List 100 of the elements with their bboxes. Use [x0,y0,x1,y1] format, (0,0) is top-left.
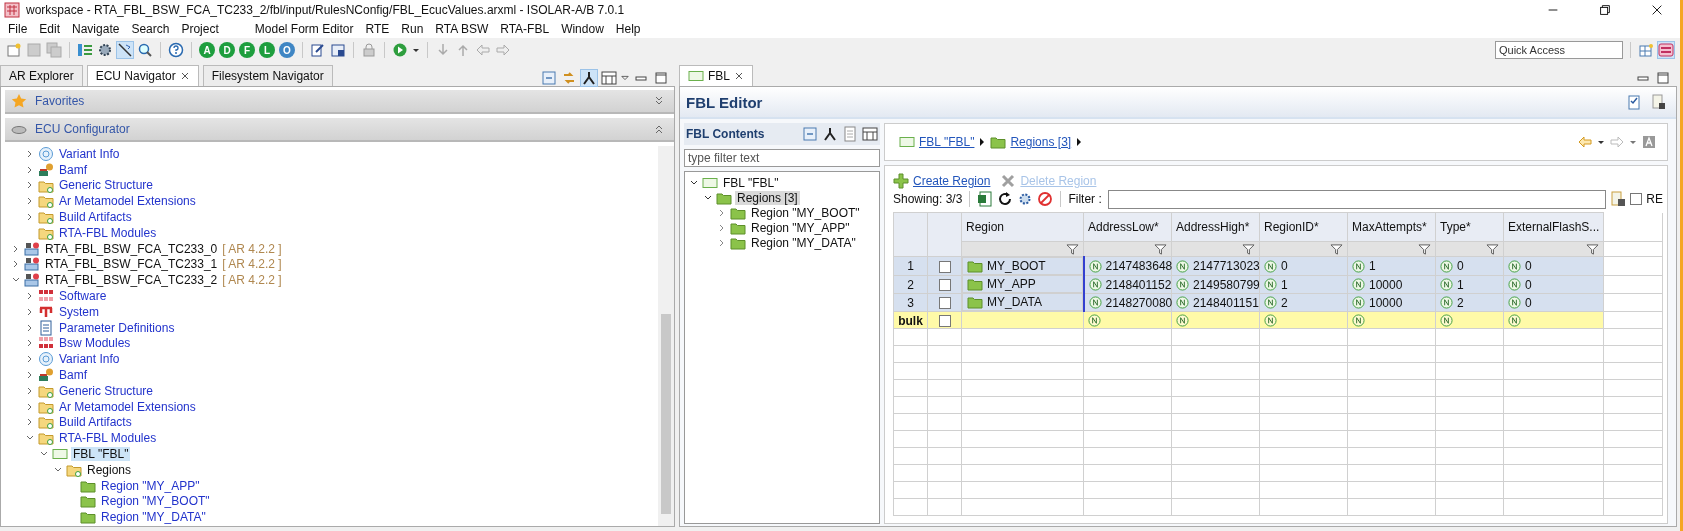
checklist-icon[interactable] [1626,94,1642,110]
tree-item[interactable]: Region "MY_DATA" [99,510,208,525]
letter-button[interactable]: O [279,42,295,58]
columns-icon[interactable] [601,70,617,86]
gear-icon[interactable] [97,42,113,58]
refresh-icon[interactable] [997,191,1014,207]
no-entry-icon[interactable] [1037,191,1054,207]
tree-item[interactable]: Region "MY_DATA" [749,235,858,250]
breadcrumb-link[interactable]: Regions [3] [1010,135,1072,149]
checkbox[interactable] [938,260,951,273]
tree-item[interactable]: RTA_FBL_BSW_FCA_TC233_2 [43,273,220,288]
tree-item[interactable]: Region "MY_APP" [749,220,852,235]
tree-item[interactable]: FBL "FBL" [721,175,781,190]
triangle-right-icon[interactable] [978,137,987,147]
editor-tab[interactable]: FBL [679,65,753,86]
checkbox[interactable] [1630,193,1643,205]
menu-item[interactable]: RTA-FBL [494,22,556,36]
collapse-all-icon[interactable] [541,70,557,86]
tree-item[interactable]: Region "MY_BOOT" [749,205,862,220]
report-icon[interactable] [310,42,326,58]
breadcrumb-link[interactable]: FBL "FBL" [919,135,975,149]
triangle-right-icon[interactable] [1075,137,1084,147]
tree-item[interactable]: Regions [3] [735,190,800,205]
menu-item[interactable]: Edit [33,22,67,36]
cursor-icon[interactable] [117,42,133,58]
scrollbar[interactable] [658,146,674,526]
tree-item[interactable]: Generic Structure [57,383,156,398]
view-tab[interactable]: Filesystem Navigator [202,65,333,86]
tree-item[interactable]: RTA-FBL Modules [57,431,159,446]
menu-item[interactable]: RTE [359,22,396,36]
close-icon[interactable] [179,71,190,81]
hierarchy-icon[interactable] [822,126,838,142]
search-icon[interactable] [137,42,153,58]
menu-item[interactable]: File [2,22,34,36]
font-icon[interactable] [1641,134,1657,150]
table-row[interactable]: 2 MY_APP 2148401152 2149580799 1 10000 1 0 [893,275,1663,293]
column-header[interactable]: RegionID* [1259,212,1348,242]
menu-item[interactable]: Model Form Editor [248,22,360,36]
tree-item[interactable]: Ar Metamodel Extensions [57,194,198,209]
quick-access-field[interactable]: Quick Access [1495,41,1623,59]
column-header[interactable]: Region [961,212,1084,242]
report-icon[interactable] [330,42,346,58]
menu-item[interactable]: RTA BSW [429,22,495,36]
column-header[interactable]: AddressLow* [1083,212,1172,242]
perspective-icon[interactable] [1658,42,1674,58]
filter-field[interactable]: type filter text [684,149,880,167]
tree-item[interactable]: Generic Structure [57,178,156,193]
tree-item[interactable]: Variant Info [57,146,122,161]
tree-item[interactable]: Bsw Modules [57,336,133,351]
help-icon[interactable] [168,42,184,58]
chevrons-down-icon[interactable] [654,96,664,106]
tree-item[interactable]: Region "MY_APP" [99,478,202,493]
tree-item[interactable]: RTA-FBL Modules [57,225,159,240]
menu-item[interactable]: Project [175,22,225,36]
columns-icon[interactable] [862,126,878,142]
tree-item[interactable]: RTA_FBL_BSW_FCA_TC233_1 [43,257,220,272]
bulk-row[interactable]: bulk [893,311,1663,329]
tree-item[interactable]: System [57,304,101,319]
tree-item[interactable]: Software [57,289,109,304]
menu-item[interactable]: Help [609,22,647,36]
checkbox[interactable] [938,297,951,310]
checkbox[interactable] [938,314,951,327]
tree-item[interactable]: Build Artifacts [57,415,134,430]
maximize-icon[interactable] [653,70,669,86]
column-header[interactable]: Type* [1435,212,1504,242]
tree-item[interactable]: Regions [85,462,134,477]
view-tab[interactable]: ECU Navigator [86,65,199,86]
perspective-icon[interactable] [1638,42,1654,58]
document-icon[interactable] [1650,94,1666,110]
column-header[interactable]: ExternalFlashS... [1503,212,1604,242]
menu-item[interactable]: Navigate [66,22,126,36]
filter-field[interactable] [1107,189,1607,209]
configurator-bar[interactable]: ECU Configurator [5,118,674,142]
menu-item[interactable]: Search [125,22,176,36]
tree-item[interactable]: Bamf [57,162,89,177]
maximize-icon[interactable] [1655,70,1671,86]
checkbox[interactable] [938,278,951,291]
tree-item[interactable]: Ar Metamodel Extensions [57,399,198,414]
favorites-bar[interactable]: Favorites [5,90,674,114]
hierarchy-icon[interactable] [581,70,597,86]
menu-item[interactable]: Window [555,22,610,36]
tree-item[interactable]: Region "MY_BOOT" [99,494,212,509]
tree-item[interactable]: Variant Info [57,352,122,367]
close-icon[interactable] [1650,3,1664,17]
chevrons-up-icon[interactable] [654,124,664,134]
tree-item[interactable]: Parameter Definitions [57,320,177,335]
table-row[interactable]: 3 MY_DATA 2148270080 2148401151 2 10000 2 0 [893,293,1663,312]
restore-icon[interactable] [1598,3,1612,17]
tree-item[interactable]: Bamf [57,368,89,383]
action-link[interactable]: Create Region [913,174,991,188]
spreadsheet-icon[interactable] [977,191,994,207]
close-icon[interactable] [734,71,744,81]
view-tab[interactable]: AR Explorer [0,65,83,86]
tree-item[interactable]: RTA_FBL_BSW_FCA_TC233_0 [43,241,220,256]
clear-filter-icon[interactable] [1610,191,1627,207]
column-header[interactable]: AddressHigh* [1171,212,1260,242]
tree-item[interactable]: Build Artifacts [57,210,134,225]
column-header[interactable]: MaxAttempts* [1347,212,1436,242]
menu-item[interactable]: Run [395,22,430,36]
tree-item[interactable]: FBL "FBL" [71,447,131,462]
